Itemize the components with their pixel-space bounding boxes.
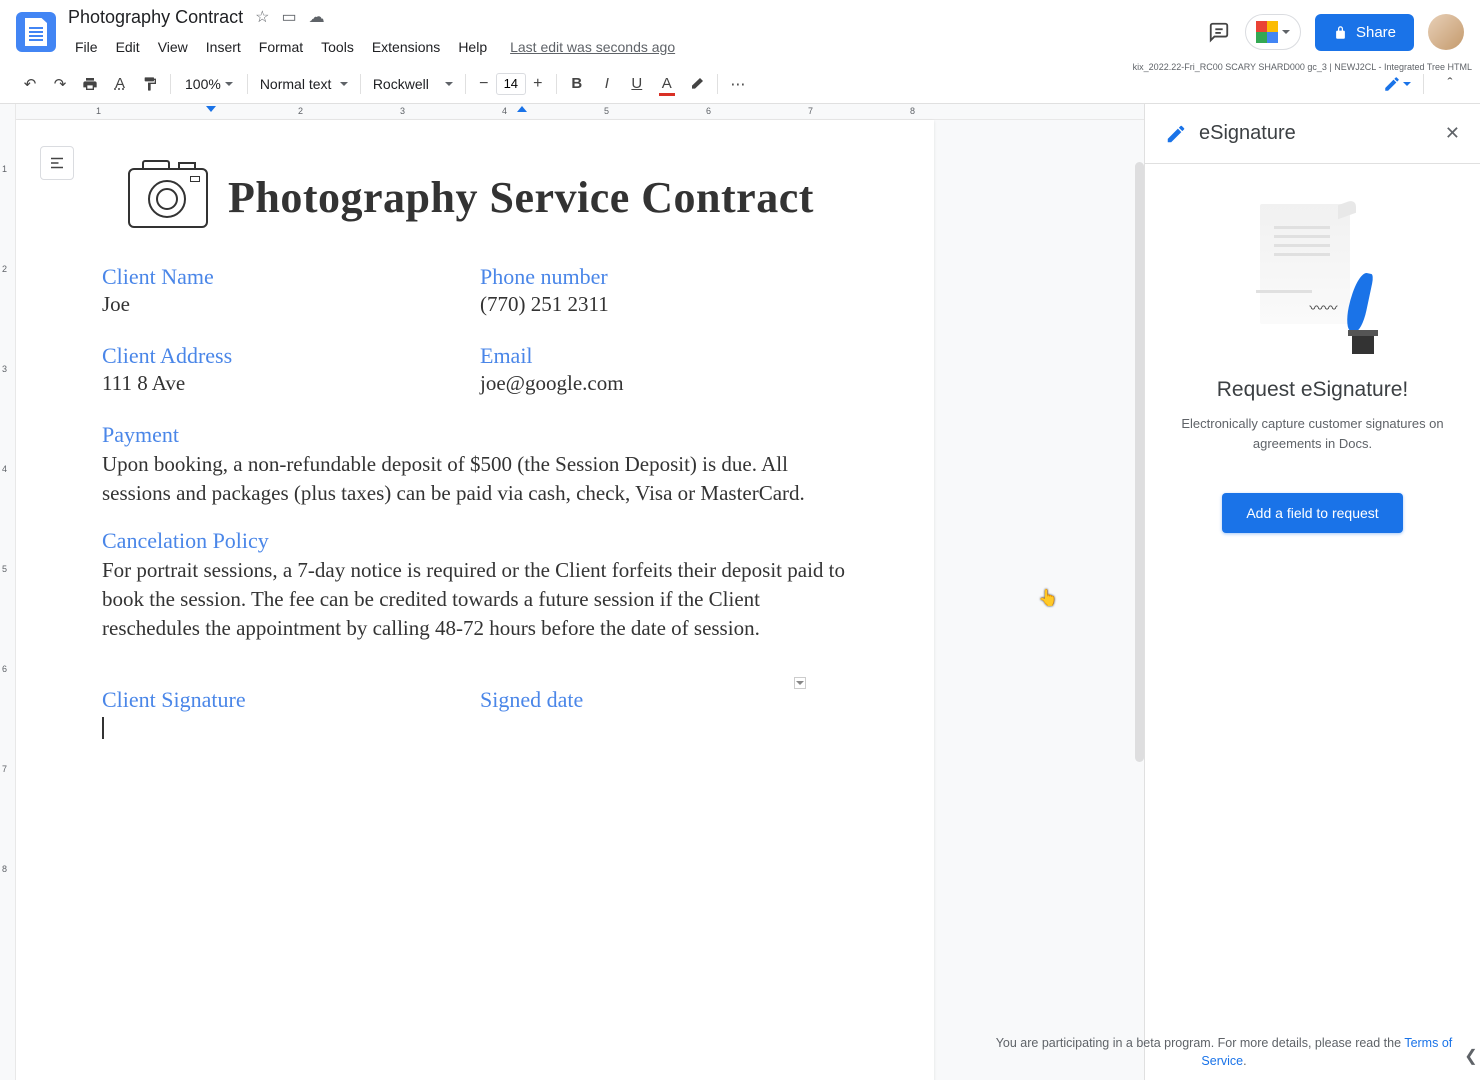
account-avatar[interactable] — [1428, 14, 1464, 50]
menu-insert[interactable]: Insert — [199, 35, 248, 59]
document-page[interactable]: Photography Service Contract Client Name… — [16, 120, 934, 1080]
paragraph-style-select[interactable]: Normal text — [254, 72, 354, 96]
panel-title: eSignature — [1199, 122, 1296, 145]
text-cursor — [102, 717, 104, 739]
cancel-label: Cancelation Policy — [102, 528, 858, 554]
vertical-ruler: 12345678 — [0, 104, 16, 1080]
bold-button[interactable]: B — [563, 70, 591, 98]
email-label: Email — [480, 343, 858, 369]
add-field-button[interactable]: Add a field to request — [1222, 493, 1402, 533]
panel-description: Electronically capture customer signatur… — [1169, 414, 1456, 453]
field-options-button[interactable] — [794, 677, 806, 689]
scrollbar-thumb[interactable] — [1135, 162, 1144, 762]
last-edit-link[interactable]: Last edit was seconds ago — [510, 39, 675, 55]
menu-view[interactable]: View — [151, 35, 195, 59]
horizontal-ruler: 12345678 — [16, 104, 1144, 120]
payment-label: Payment — [102, 422, 858, 448]
share-label: Share — [1356, 24, 1396, 41]
menu-help[interactable]: Help — [451, 35, 494, 59]
add-field-label: Add a field to request — [1246, 505, 1378, 521]
beta-footer: You are participating in a beta program.… — [958, 1025, 1480, 1080]
collapse-sidebar-button[interactable]: ❮ — [1462, 1046, 1480, 1066]
doc-title-input[interactable]: Photography Contract — [68, 7, 243, 28]
client-name-value: Joe — [102, 292, 480, 317]
phone-label: Phone number — [480, 264, 858, 290]
cancel-body: For portrait sessions, a 7-day notice is… — [102, 556, 858, 643]
close-panel-button[interactable]: ✕ — [1445, 123, 1460, 144]
menu-file[interactable]: File — [68, 35, 105, 59]
menu-extensions[interactable]: Extensions — [365, 35, 447, 59]
text-color-button[interactable]: A — [653, 70, 681, 98]
document-title: Photography Service Contract — [228, 173, 814, 224]
meet-button[interactable] — [1245, 14, 1301, 50]
panel-heading: Request eSignature! — [1217, 378, 1408, 402]
address-label: Client Address — [102, 343, 480, 369]
esignature-panel-icon — [1165, 123, 1187, 145]
outline-toggle-button[interactable] — [40, 146, 74, 180]
zoom-select[interactable]: 100% — [177, 72, 241, 96]
cloud-status-icon[interactable]: ☁ — [309, 7, 325, 27]
payment-body: Upon booking, a non-refundable deposit o… — [102, 450, 858, 508]
comments-icon[interactable] — [1207, 20, 1231, 44]
star-icon[interactable]: ☆ — [255, 7, 269, 27]
font-size-increase[interactable]: + — [526, 72, 550, 96]
move-icon[interactable]: ▭ — [281, 7, 296, 27]
share-button[interactable]: Share — [1315, 14, 1414, 51]
debug-text: kix_2022.22-Fri_RC00 SCARY SHARD000 gc_3… — [1133, 62, 1472, 72]
highlight-button[interactable] — [683, 70, 711, 98]
menu-tools[interactable]: Tools — [314, 35, 361, 59]
spellcheck-button[interactable]: A — [106, 70, 134, 98]
editing-mode-button[interactable] — [1383, 75, 1411, 93]
print-button[interactable] — [76, 70, 104, 98]
undo-button[interactable]: ↶ — [16, 70, 44, 98]
docs-home-icon[interactable] — [16, 12, 56, 52]
menu-format[interactable]: Format — [252, 35, 310, 59]
signature-label: Client Signature — [102, 687, 480, 713]
email-value: joe@google.com — [480, 371, 858, 396]
underline-button[interactable]: U — [623, 70, 651, 98]
font-size-input[interactable] — [496, 73, 526, 95]
indent-marker-icon[interactable] — [206, 106, 216, 112]
collapse-toolbar-button[interactable]: ˆ — [1436, 70, 1464, 98]
address-value: 111 8 Ave — [102, 371, 480, 396]
font-select[interactable]: Rockwell — [367, 72, 459, 96]
signed-date-label: Signed date — [480, 687, 858, 713]
column-marker-icon[interactable] — [517, 106, 527, 112]
font-size-decrease[interactable]: − — [472, 72, 496, 96]
esignature-illustration: 〰〰 — [1248, 204, 1378, 354]
redo-button[interactable]: ↷ — [46, 70, 74, 98]
paint-format-button[interactable] — [136, 70, 164, 98]
italic-button[interactable]: I — [593, 70, 621, 98]
phone-value: (770) 251 2311 — [480, 292, 858, 317]
more-button[interactable]: ⋯ — [724, 70, 752, 98]
client-name-label: Client Name — [102, 264, 480, 290]
menu-edit[interactable]: Edit — [109, 35, 147, 59]
camera-icon — [128, 168, 208, 228]
